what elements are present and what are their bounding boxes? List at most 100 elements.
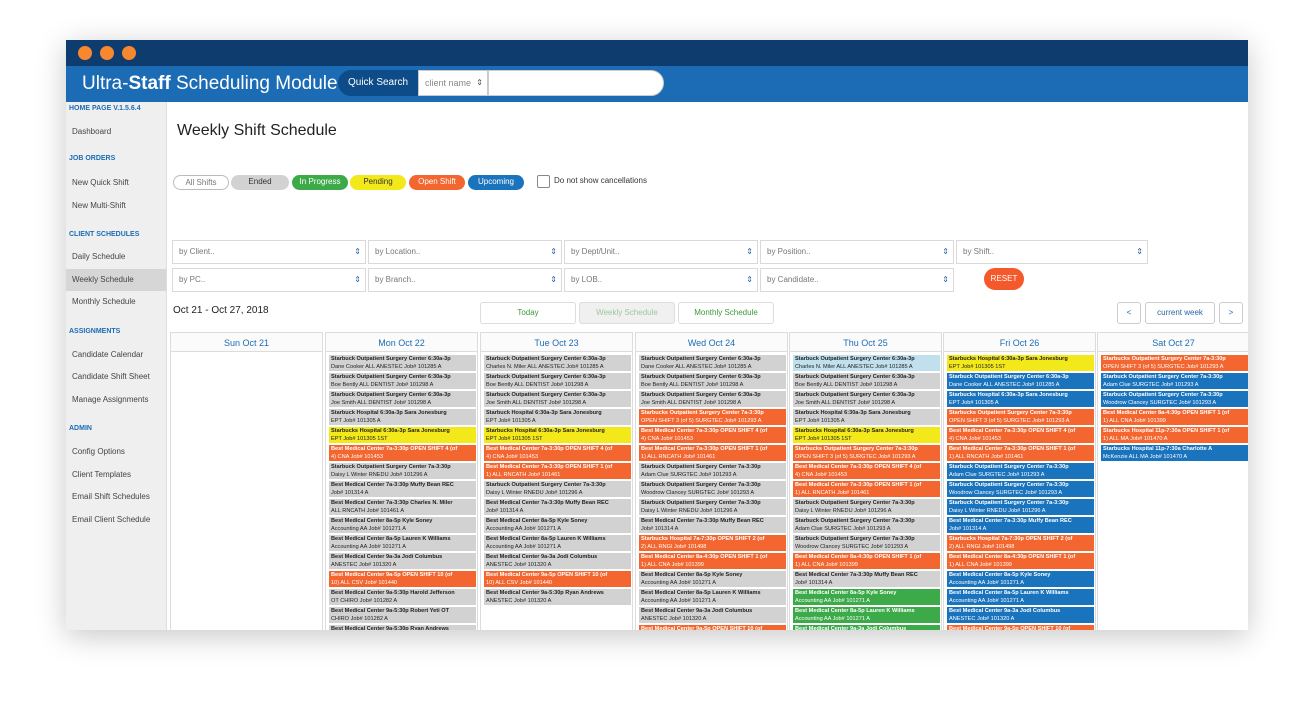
shift-card[interactable]: Best Medical Center 8a-5p Lauren K Willi… xyxy=(329,535,476,551)
reset-button[interactable]: RESET xyxy=(984,268,1024,290)
today-button[interactable]: Today xyxy=(480,302,576,324)
shift-card[interactable]: Best Medical Center 9a-5:30p Ryan Andrew… xyxy=(484,589,631,605)
shift-card[interactable]: Best Medical Center 7a-3:30p Muffy Bean … xyxy=(329,481,476,497)
shift-card[interactable]: Best Medical Center 9a-5:30p Robert Yeti… xyxy=(329,607,476,623)
shift-card[interactable]: Starbucks Hospital 11p-7:30a Charlotte A… xyxy=(1101,445,1248,461)
search-field-select[interactable]: client name ⇕ xyxy=(418,70,488,96)
shift-card[interactable]: Best Medical Center 8a-4:30p OPEN SHIFT … xyxy=(1101,409,1248,425)
hide-cancellations-checkbox[interactable] xyxy=(537,175,550,188)
shift-card[interactable]: Best Medical Center 7a-3:30p Muffy Bean … xyxy=(793,571,940,587)
sidebar-item-manage-assignments[interactable]: Manage Assignments xyxy=(66,389,166,411)
sidebar-item-new-quick-shift[interactable]: New Quick Shift xyxy=(66,172,166,194)
shift-card[interactable]: Best Medical Center 7a-3:30p OPEN SHIFT … xyxy=(484,445,631,461)
sidebar-item-email-client-schedule[interactable]: Email Client Schedule xyxy=(66,509,166,531)
shift-card[interactable]: Starbuck Outpatient Surgery Center 7a-3:… xyxy=(329,463,476,479)
filter-lob-dropdown[interactable]: by LOB.. ⇕ xyxy=(564,268,758,292)
shift-card[interactable]: Starbuck Outpatient Surgery Center 7a-3:… xyxy=(1101,391,1248,407)
current-week-button[interactable]: current week xyxy=(1145,302,1215,324)
search-input[interactable] xyxy=(488,70,664,96)
prev-week-button[interactable]: < xyxy=(1117,302,1141,324)
shift-card[interactable]: Starbuck Outpatient Surgery Center 7a-3:… xyxy=(793,499,940,515)
shift-card[interactable]: Starbucks Outpatient Surgery Center 7a-3… xyxy=(1101,355,1248,371)
shift-card[interactable]: Best Medical Center 7a-3:30p OPEN SHIFT … xyxy=(947,445,1094,461)
shift-card[interactable]: Starbuck Outpatient Surgery Center 6:30a… xyxy=(639,373,786,389)
shift-card[interactable]: Best Medical Center 7a-3:30p Muffy Bean … xyxy=(484,499,631,515)
shift-card[interactable]: Starbucks Hospital 7a-7:30p OPEN SHIFT 2… xyxy=(639,535,786,551)
shift-card[interactable]: Best Medical Center 8a-5p Kyle Soney Acco… xyxy=(639,571,786,587)
shift-card[interactable]: Starbuck Outpatient Surgery Center 7a-3:… xyxy=(484,481,631,497)
filter-position-dropdown[interactable]: by Position.. ⇕ xyxy=(760,240,954,264)
filter-in-progress-button[interactable]: In Progress xyxy=(292,175,348,190)
shift-card[interactable]: Starbuck Outpatient Surgery Center 6:30a… xyxy=(484,355,631,371)
filter-open-shift-button[interactable]: Open Shift xyxy=(409,175,465,190)
sidebar-item-dashboard[interactable]: Dashboard xyxy=(66,121,166,143)
next-week-button[interactable]: > xyxy=(1219,302,1243,324)
filter-ended-button[interactable]: Ended xyxy=(231,175,289,190)
shift-card[interactable]: Best Medical Center 8a-5p Kyle Soney Acco… xyxy=(793,589,940,605)
shift-card[interactable]: Best Medical Center 8a-4:30p OPEN SHIFT … xyxy=(639,553,786,569)
shift-card[interactable]: Starbuck Outpatient Surgery Center 6:30a… xyxy=(639,355,786,371)
shift-card[interactable]: Starbuck Outpatient Surgery Center 7a-3:… xyxy=(639,481,786,497)
shift-card[interactable]: Best Medical Center 9a-3a Jodi ColumbusA… xyxy=(793,625,940,630)
sidebar-item-new-multi-shift[interactable]: New Multi-Shift xyxy=(66,195,166,217)
shift-card[interactable]: Best Medical Center 9a-3a Jodi ColumbusA… xyxy=(329,553,476,569)
shift-card[interactable]: Starbuck Outpatient Surgery Center 7a-3:… xyxy=(639,463,786,479)
shift-card[interactable]: Starbuck Outpatient Surgery Center 7a-3:… xyxy=(639,499,786,515)
shift-card[interactable]: Starbucks Hospital 6:30a-3p Sara Jonesbu… xyxy=(947,391,1094,407)
filter-candidate-dropdown[interactable]: by Candidate.. ⇕ xyxy=(760,268,954,292)
shift-card[interactable]: Starbuck Outpatient Surgery Center 6:30a… xyxy=(793,355,940,371)
shift-card[interactable]: Starbucks Outpatient Surgery Center 7a-3… xyxy=(639,409,786,425)
shift-card[interactable]: Starbuck Outpatient Surgery Center 6:30a… xyxy=(639,391,786,407)
filter-branch-dropdown[interactable]: by Branch.. ⇕ xyxy=(368,268,562,292)
shift-card[interactable]: Starbucks Hospital 6:30a-3p Sara Jonesbu… xyxy=(947,355,1094,371)
shift-card[interactable]: Starbuck Outpatient Surgery Center 6:30a… xyxy=(484,391,631,407)
shift-card[interactable]: Best Medical Center 8a-5p Lauren K Willi… xyxy=(484,535,631,551)
shift-card[interactable]: Starbuck Outpatient Surgery Center 6:30a… xyxy=(484,373,631,389)
shift-card[interactable]: Starbuck Hospital 6:30a-3p Sara Jonesbur… xyxy=(484,409,631,425)
shift-card[interactable]: Best Medical Center 9a-5p OPEN SHIFT 10 … xyxy=(329,571,476,587)
shift-card[interactable]: Best Medical Center 9a-5p OPEN SHIFT 10 … xyxy=(639,625,786,630)
shift-card[interactable]: Starbuck Outpatient Surgery Center 7a-3:… xyxy=(947,499,1094,515)
shift-card[interactable]: Starbuck Outpatient Surgery Center 7a-3:… xyxy=(793,535,940,551)
shift-card[interactable]: Best Medical Center 8a-5p Kyle Soney Acco… xyxy=(947,571,1094,587)
shift-card[interactable]: Starbuck Outpatient Surgery Center 6:30a… xyxy=(947,373,1094,389)
shift-card[interactable]: Starbucks Hospital 6:30a-3p Sara Jonesbu… xyxy=(793,427,940,443)
shift-card[interactable]: Best Medical Center 9a-5p OPEN SHIFT 10 … xyxy=(484,571,631,587)
shift-card[interactable]: Best Medical Center 7a-3:30p OPEN SHIFT … xyxy=(329,445,476,461)
filter-upcoming-button[interactable]: Upcoming xyxy=(468,175,524,190)
shift-card[interactable]: Best Medical Center 8a-5p Lauren K Willi… xyxy=(793,607,940,623)
filter-shift-dropdown[interactable]: by Shift.. ⇕ xyxy=(956,240,1148,264)
quick-search-button[interactable]: Quick Search xyxy=(338,70,418,96)
monthly-schedule-button[interactable]: Monthly Schedule xyxy=(678,302,774,324)
sidebar-item-daily-schedule[interactable]: Daily Schedule xyxy=(66,246,166,268)
sidebar-item-client-templates[interactable]: Client Templates xyxy=(66,464,166,486)
shift-card[interactable]: Best Medical Center 7a-3:30p OPEN SHIFT … xyxy=(639,445,786,461)
sidebar-item-config-options[interactable]: Config Options xyxy=(66,441,166,463)
sidebar-item-email-shift-schedules[interactable]: Email Shift Schedules xyxy=(66,486,166,508)
shift-card[interactable]: Best Medical Center 9a-3a Jodi ColumbusA… xyxy=(484,553,631,569)
shift-card[interactable]: Starbuck Outpatient Surgery Center 6:30a… xyxy=(329,391,476,407)
shift-card[interactable]: Best Medical Center 8a-5p Lauren K Willi… xyxy=(947,589,1094,605)
sidebar-item-weekly-schedule[interactable]: Weekly Schedule xyxy=(66,269,166,291)
shift-card[interactable]: Best Medical Center 8a-5p Lauren K Willi… xyxy=(639,589,786,605)
shift-card[interactable]: Best Medical Center 7a-3:30p OPEN SHIFT … xyxy=(639,427,786,443)
shift-card[interactable]: Best Medical Center 8a-5p Kyle Soney Acco… xyxy=(329,517,476,533)
shift-card[interactable]: Starbuck Outpatient Surgery Center 6:30a… xyxy=(329,373,476,389)
shift-card[interactable]: Best Medical Center 7a-3:30p OPEN SHIFT … xyxy=(484,463,631,479)
shift-card[interactable]: Starbuck Outpatient Surgery Center 6:30a… xyxy=(793,373,940,389)
shift-card[interactable]: Best Medical Center 7a-3:30p OPEN SHIFT … xyxy=(793,463,940,479)
maximize-window-icon[interactable] xyxy=(122,46,136,60)
shift-card[interactable]: Starbuck Outpatient Surgery Center 7a-3:… xyxy=(1101,373,1248,389)
filter-pc-dropdown[interactable]: by PC.. ⇕ xyxy=(172,268,366,292)
shift-card[interactable]: Best Medical Center 7a-3:30p Charles N. … xyxy=(329,499,476,515)
shift-card[interactable]: Starbucks Outpatient Surgery Center 7a-3… xyxy=(793,445,940,461)
shift-card[interactable]: Best Medical Center 8a-4:30p OPEN SHIFT … xyxy=(947,553,1094,569)
filter-pending-button[interactable]: Pending xyxy=(350,175,406,190)
shift-card[interactable]: Starbucks Hospital 11p-7:30a OPEN SHIFT … xyxy=(1101,427,1248,443)
sidebar-item-candidate-shift-sheet[interactable]: Candidate Shift Sheet xyxy=(66,366,166,388)
shift-card[interactable]: Best Medical Center 8a-5p Kyle Soney Acco… xyxy=(484,517,631,533)
sidebar-item-monthly-schedule[interactable]: Monthly Schedule xyxy=(66,291,166,313)
shift-card[interactable]: Best Medical Center 9a-3a Jodi ColumbusA… xyxy=(639,607,786,623)
shift-card[interactable]: Starbuck Hospital 6:30a-3p Sara Jonesbur… xyxy=(793,409,940,425)
filter-dept-unit-dropdown[interactable]: by Dept/Unit.. ⇕ xyxy=(564,240,758,264)
